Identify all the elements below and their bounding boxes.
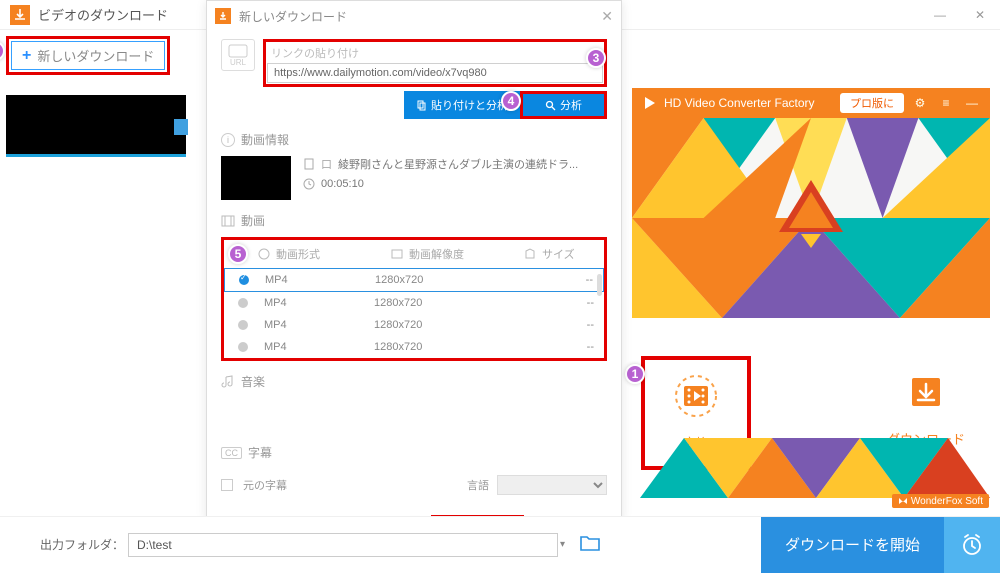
step-bubble-4: 4 — [501, 91, 521, 111]
app-header: HD Video Converter Factory プロ版に ⚙ ≡ — — [632, 88, 990, 118]
audio-section: 音楽 — [221, 373, 607, 390]
url-label: リンクの貼り付け — [267, 43, 603, 63]
format-list-highlight: 5 動画形式 動画解像度 サイズ MP4 1280x720 -- MP4 128… — [221, 237, 607, 361]
radio-icon — [238, 320, 248, 330]
url-input[interactable] — [267, 63, 603, 83]
app-header-title: HD Video Converter Factory — [664, 96, 815, 110]
dialog-close-button[interactable]: ✕ — [601, 8, 613, 25]
cc-icon: CC — [221, 447, 242, 459]
scrollbar-thumb[interactable] — [597, 274, 602, 296]
start-download-button[interactable]: ダウンロードを開始 — [761, 517, 944, 573]
dialog-title: 新しいダウンロード — [239, 8, 347, 25]
app-logo-icon — [10, 5, 30, 25]
radio-selected-icon — [239, 275, 249, 285]
paste-icon — [416, 100, 427, 111]
app-header-logo-icon — [640, 94, 658, 112]
format-row[interactable]: MP4 1280x720 -- — [224, 336, 604, 358]
footer-bar: 出力フォルダ： ▾ ダウンロードを開始 — [0, 516, 1000, 572]
left-pane: 2 + 新しいダウンロード — [0, 30, 200, 532]
download-icon — [904, 370, 948, 414]
format-row[interactable]: MP4 1280x720 -- — [224, 292, 604, 314]
output-folder-label: 出力フォルダ： — [40, 536, 124, 553]
schedule-button[interactable] — [944, 517, 1000, 573]
new-download-button[interactable]: + 新しいダウンロード — [11, 41, 165, 70]
orig-subs-label: 元の字幕 — [243, 477, 287, 493]
info-icon: i — [221, 133, 235, 147]
dialog-titlebar: 新しいダウンロード ✕ — [207, 1, 621, 31]
format-icon — [258, 248, 270, 260]
format-row[interactable]: MP4 1280x720 -- — [224, 268, 604, 292]
settings-icon[interactable]: ⚙ — [910, 96, 930, 110]
analyze-button[interactable]: 分析 — [523, 94, 604, 116]
language-label: 言語 — [467, 477, 489, 493]
url-icon: URL — [221, 39, 255, 71]
close-button[interactable]: ✕ — [960, 0, 1000, 30]
convert-icon — [674, 374, 718, 418]
resolution-icon — [391, 248, 403, 260]
document-icon — [303, 158, 315, 170]
wonderfox-badge: WonderFox Soft — [892, 494, 989, 508]
alarm-clock-icon — [960, 533, 984, 557]
step-bubble-1: 1 — [625, 364, 645, 384]
output-folder-input[interactable] — [128, 533, 558, 557]
step-bubble-2: 2 — [0, 41, 5, 61]
radio-icon — [238, 342, 248, 352]
video-info-section: i 動画情報 — [221, 131, 607, 148]
new-download-label: 新しいダウンロード — [37, 46, 154, 65]
step-bubble-5: 5 — [228, 244, 248, 264]
film-icon — [221, 214, 235, 228]
subtitle-section: CC 字幕 — [221, 444, 607, 461]
app-minimize-icon[interactable]: — — [962, 96, 982, 110]
step-bubble-3: 3 — [586, 48, 606, 68]
browse-folder-button[interactable] — [579, 534, 601, 555]
queued-video-thumb[interactable] — [6, 95, 186, 155]
new-download-dialog: 新しいダウンロード ✕ URL 3 リンクの貼り付け 貼り付けと分析 4 — [206, 0, 622, 520]
thumb-tag-icon — [174, 119, 188, 135]
music-icon — [221, 375, 235, 389]
video-title: 綾野剛さんと星野源さんダブル主演の連続ドラ... — [338, 156, 578, 172]
plus-icon: + — [22, 48, 31, 64]
output-dropdown-icon[interactable]: ▾ — [560, 539, 565, 550]
analyze-button-highlight: 4 分析 — [520, 91, 607, 119]
size-icon — [524, 248, 536, 260]
new-download-highlight: 2 + 新しいダウンロード — [6, 36, 170, 75]
clock-icon — [303, 178, 315, 190]
search-icon — [545, 100, 556, 111]
footer-art — [640, 438, 990, 498]
pro-version-button[interactable]: プロ版に — [840, 93, 904, 113]
language-select[interactable] — [497, 475, 607, 495]
radio-icon — [238, 298, 248, 308]
format-row[interactable]: MP4 1280x720 -- — [224, 314, 604, 336]
dialog-logo-icon — [215, 8, 231, 24]
video-thumbnail — [221, 156, 291, 200]
format-header: 動画形式 動画解像度 サイズ — [224, 240, 604, 268]
hero-play-logo-icon — [771, 174, 851, 254]
orig-subs-checkbox[interactable] — [221, 479, 233, 491]
minimize-button[interactable]: — — [920, 0, 960, 30]
video-duration: 00:05:10 — [321, 178, 364, 190]
hero-banner — [632, 118, 990, 318]
menu-icon[interactable]: ≡ — [936, 96, 956, 110]
fox-icon — [898, 496, 908, 506]
url-input-highlight: 3 リンクの貼り付け — [263, 39, 607, 87]
video-section: 動画 — [221, 212, 607, 229]
